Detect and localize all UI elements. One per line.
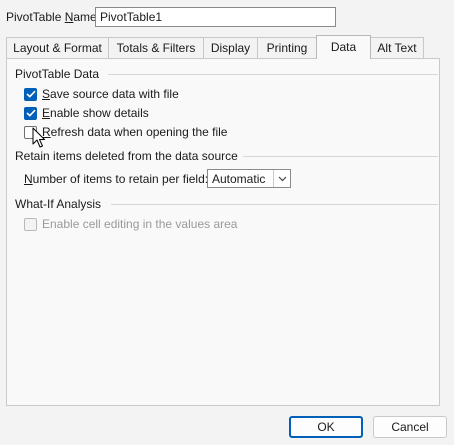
label-rest: umber of items to retain per field:	[32, 172, 209, 186]
refresh-on-open-label: Refresh data when opening the file	[42, 125, 227, 139]
enable-show-details-label: Enable show details	[42, 106, 149, 120]
access-key: E	[42, 106, 51, 120]
retain-items-dropdown[interactable]: Automatic	[207, 169, 291, 188]
chevron-down-icon[interactable]	[273, 170, 290, 187]
section-divider	[243, 156, 438, 157]
mouse-pointer-icon	[32, 127, 45, 148]
label-rest: ave source data with file	[50, 87, 179, 101]
tab-label: Totals & Filters	[116, 41, 196, 55]
pivottable-data-heading: PivotTable Data	[15, 67, 100, 81]
enable-show-details-checkbox[interactable]	[24, 106, 37, 120]
retain-items-selected-value: Automatic	[212, 172, 266, 186]
tab-data[interactable]: Data	[316, 35, 371, 59]
cancel-button-label: Cancel	[391, 420, 429, 434]
section-divider	[108, 74, 438, 75]
access-key: N	[24, 172, 33, 186]
tab-label: Printing	[266, 41, 308, 55]
save-source-data-checkbox[interactable]	[24, 87, 37, 101]
tab-label: Display	[210, 41, 251, 55]
ok-button[interactable]: OK	[289, 416, 363, 438]
name-label-pre: PivotTable	[6, 10, 65, 24]
enable-cell-editing-label: Enable cell editing in the values area	[42, 217, 238, 231]
pivottable-name-input[interactable]	[95, 7, 336, 27]
cancel-button[interactable]: Cancel	[373, 416, 447, 438]
retain-items-label: Number of items to retain per field:	[24, 172, 208, 186]
tab-label: Alt Text	[377, 41, 417, 55]
tab-alt-text[interactable]: Alt Text	[370, 37, 424, 58]
section-divider	[111, 204, 438, 205]
access-key: S	[42, 87, 51, 101]
save-source-data-option[interactable]: Save source data with file	[24, 87, 179, 101]
pivottable-name-label: PivotTable Name:	[6, 10, 100, 24]
tab-totals-filters[interactable]: Totals & Filters	[108, 37, 204, 58]
tab-label: Layout & Format	[13, 41, 102, 55]
refresh-on-open-option[interactable]: Refresh data when opening the file	[24, 125, 227, 139]
checkmark-icon	[25, 109, 36, 117]
ok-button-label: OK	[317, 420, 335, 434]
retain-items-heading: Retain items deleted from the data sourc…	[15, 149, 238, 163]
enable-cell-editing-checkbox[interactable]	[24, 217, 37, 231]
save-source-data-label: Save source data with file	[42, 87, 179, 101]
tab-layout-format[interactable]: Layout & Format	[6, 37, 109, 58]
enable-show-details-option[interactable]: Enable show details	[24, 106, 149, 120]
tab-display[interactable]: Display	[203, 37, 258, 58]
label-rest: efresh data when opening the file	[50, 125, 228, 139]
what-if-heading: What-If Analysis	[15, 197, 102, 211]
tab-label: Data	[330, 40, 357, 54]
data-tab-panel: PivotTable Data Save source data with fi…	[6, 58, 440, 406]
tab-printing[interactable]: Printing	[257, 37, 317, 58]
enable-cell-editing-option[interactable]: Enable cell editing in the values area	[24, 217, 237, 231]
checkmark-icon	[25, 90, 36, 98]
label-rest: nable show details	[50, 106, 149, 120]
